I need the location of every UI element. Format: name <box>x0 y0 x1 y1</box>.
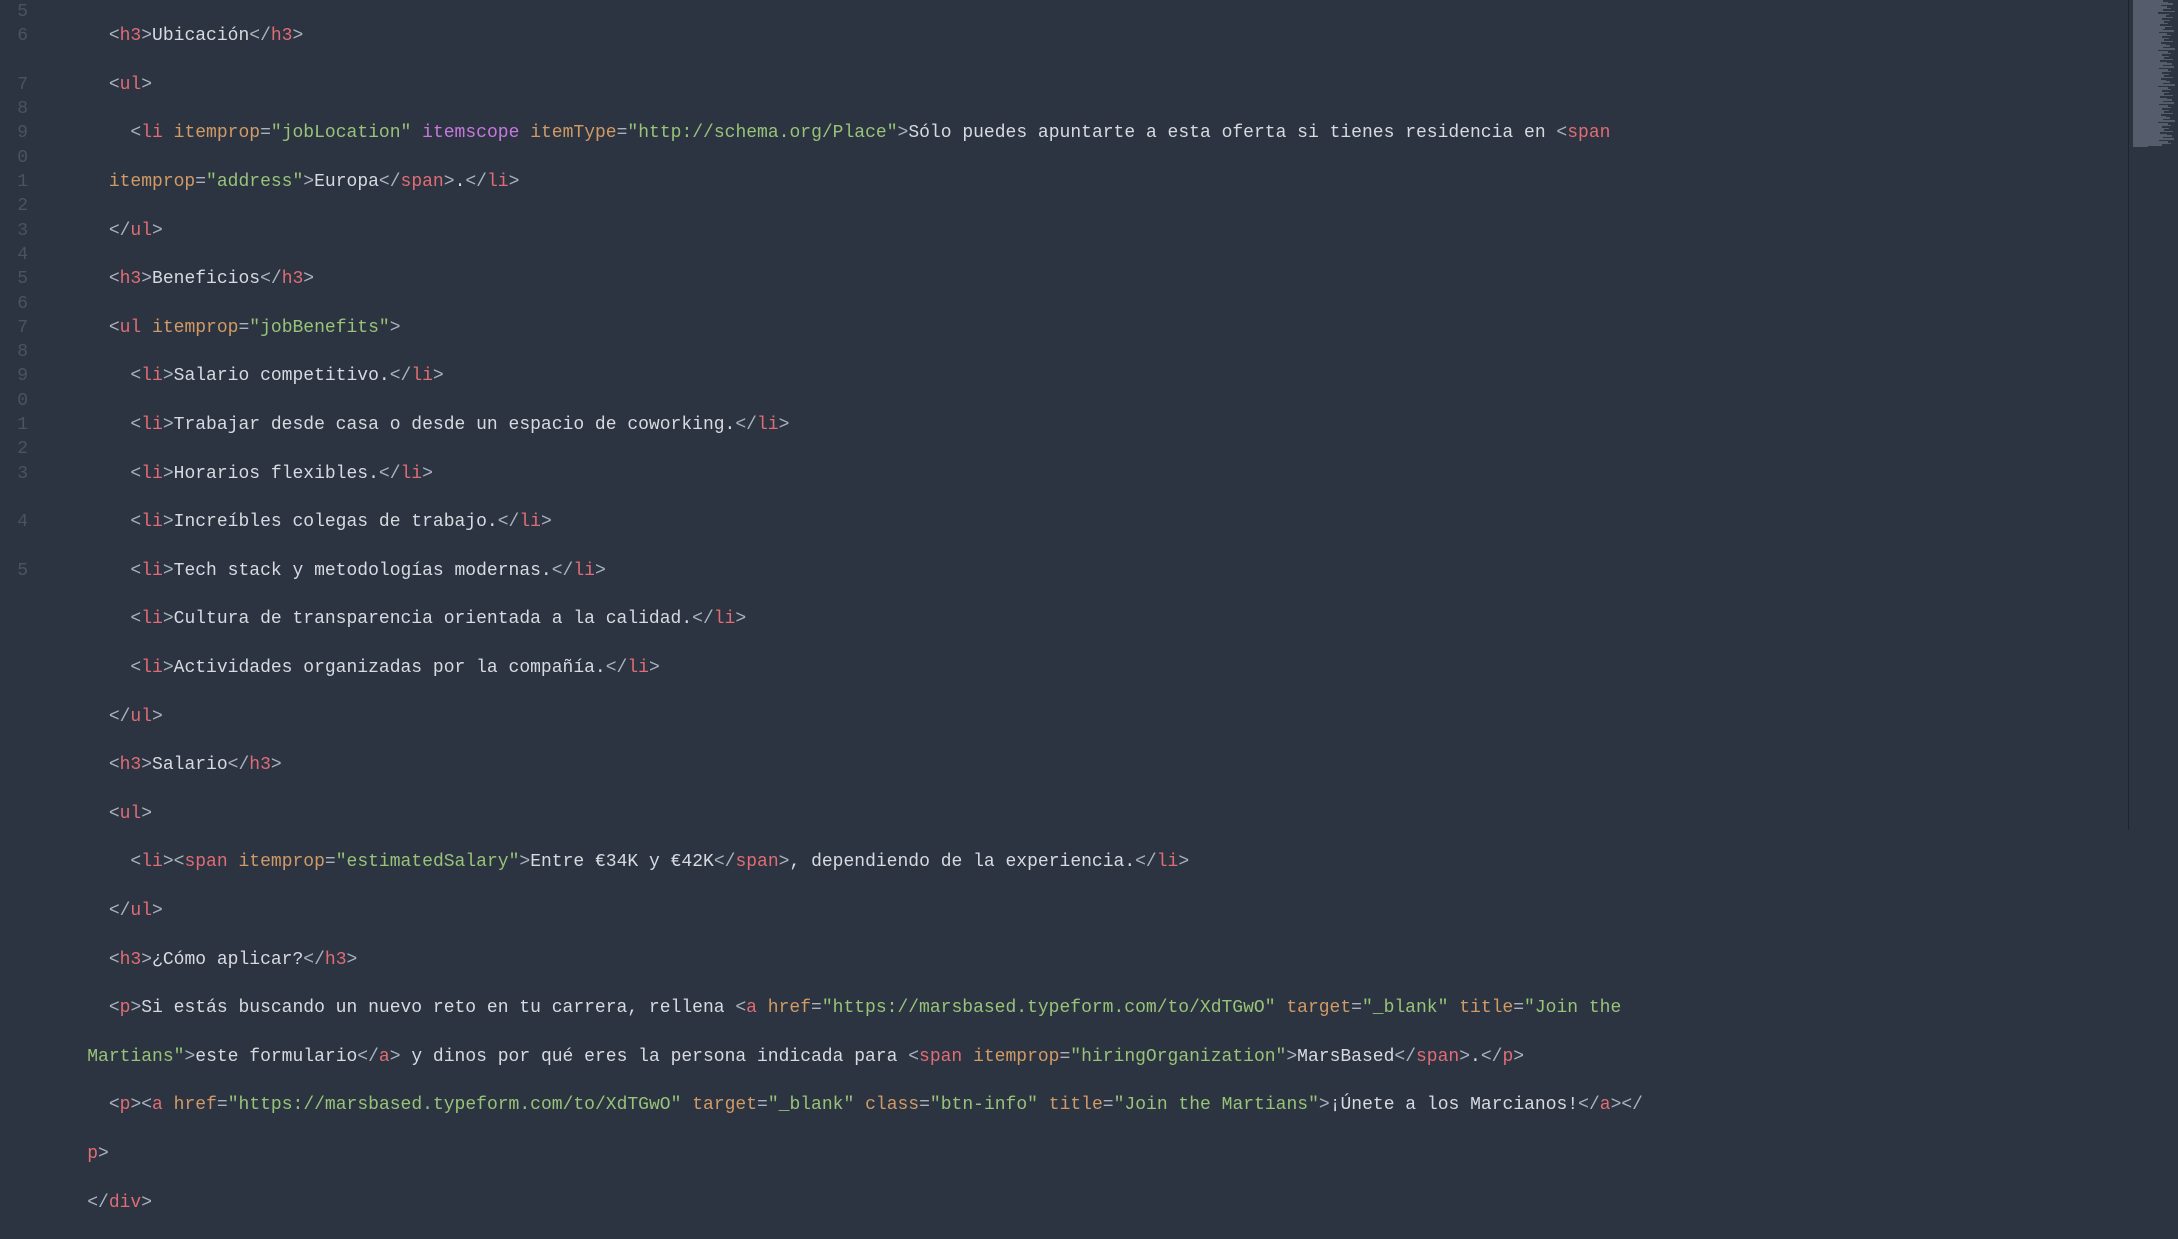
line-number: 0 <box>0 389 28 413</box>
line-number: 7 <box>0 316 28 340</box>
line-number: 0 <box>0 146 28 170</box>
line-number: 2 <box>0 194 28 218</box>
code-line[interactable]: <ul> <box>44 802 2128 826</box>
line-number: 5 <box>0 559 28 583</box>
line-number: 8 <box>0 340 28 364</box>
code-line[interactable]: <li><span itemprop="estimatedSalary">Ent… <box>44 850 2128 874</box>
code-line[interactable]: itemprop="address">Europa</span>.</li> <box>44 170 2128 194</box>
line-number: 5 <box>0 267 28 291</box>
line-number <box>0 49 28 73</box>
code-line[interactable]: <li itemprop="jobLocation" itemscope ite… <box>44 121 2128 145</box>
code-line[interactable]: </ul> <box>44 705 2128 729</box>
code-line[interactable]: <li>Cultura de transparencia orientada a… <box>44 607 2128 631</box>
code-line[interactable]: Martians">este formulario</a> y dinos po… <box>44 1045 2128 1069</box>
line-number: 3 <box>0 219 28 243</box>
line-number: 7 <box>0 73 28 97</box>
code-editor[interactable]: <h3>Ubicación</h3> <ul> <li itemprop="jo… <box>38 0 2128 830</box>
line-number: 2 <box>0 437 28 461</box>
code-line[interactable]: </div> <box>44 1191 2128 1215</box>
code-line[interactable]: <ul> <box>44 73 2128 97</box>
code-line[interactable]: <p>Si estás buscando un nuevo reto en tu… <box>44 996 2128 1020</box>
line-gutter: 5 6 7 8 9 0 1 2 3 4 5 6 7 8 9 0 1 2 3 4 … <box>0 0 38 830</box>
line-number: 9 <box>0 121 28 145</box>
code-line[interactable]: <h3>Salario</h3> <box>44 753 2128 777</box>
code-line[interactable]: <h3>¿Cómo aplicar?</h3> <box>44 948 2128 972</box>
line-number <box>0 486 28 510</box>
code-line[interactable]: </ul> <box>44 899 2128 923</box>
line-number: 1 <box>0 413 28 437</box>
code-line[interactable]: <p><a href="https://marsbased.typeform.c… <box>44 1093 2128 1117</box>
code-line[interactable]: p> <box>44 1142 2128 1166</box>
code-line[interactable]: <li>Trabajar desde casa o desde un espac… <box>44 413 2128 437</box>
line-number: 1 <box>0 170 28 194</box>
line-number <box>0 535 28 559</box>
code-line[interactable]: <li>Actividades organizadas por la compa… <box>44 656 2128 680</box>
line-number: 6 <box>0 292 28 316</box>
code-line[interactable]: <li>Salario competitivo.</li> <box>44 364 2128 388</box>
code-line[interactable]: <h3>Ubicación</h3> <box>44 24 2128 48</box>
code-line[interactable]: </ul> <box>44 219 2128 243</box>
code-line[interactable]: <ul itemprop="jobBenefits"> <box>44 316 2128 340</box>
code-line[interactable]: <h3>Beneficios</h3> <box>44 267 2128 291</box>
code-line[interactable]: <li>Increíbles colegas de trabajo.</li> <box>44 510 2128 534</box>
line-number: 5 <box>0 0 28 24</box>
line-number: 9 <box>0 364 28 388</box>
code-line[interactable]: <li>Horarios flexibles.</li> <box>44 462 2128 486</box>
line-number: 4 <box>0 510 28 534</box>
line-number: 8 <box>0 97 28 121</box>
line-number: 6 <box>0 24 28 48</box>
code-line[interactable]: <li>Tech stack y metodologías modernas.<… <box>44 559 2128 583</box>
line-number: 4 <box>0 243 28 267</box>
line-number: 3 <box>0 462 28 486</box>
minimap[interactable] <box>2128 0 2178 830</box>
